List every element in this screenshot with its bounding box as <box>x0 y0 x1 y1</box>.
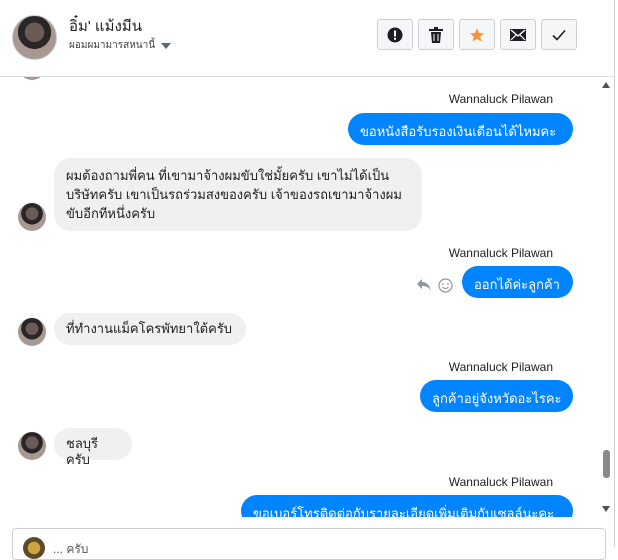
message-line: บริษัทครับ เขาเป็นรถร่วมสงของครับ เจ้าขอ… <box>66 187 402 202</box>
message-line: ผมต้องถามพี่คน ที่เขามาจ้างผมขับใช่มั้ยค… <box>66 168 390 183</box>
emoji-icon[interactable] <box>438 278 453 293</box>
scrollbar-thumb[interactable] <box>603 450 610 478</box>
contact-avatar-small <box>18 77 46 80</box>
composer-input[interactable]: ... ครับ <box>53 540 88 559</box>
page-avatar <box>23 537 45 559</box>
trash-icon <box>429 26 443 43</box>
scroll-down-arrow[interactable] <box>602 506 610 512</box>
contact-avatar-small[interactable] <box>18 432 46 460</box>
report-button[interactable] <box>377 19 413 50</box>
sender-name: Wannaluck Pilawan <box>448 92 553 106</box>
mark-unread-button[interactable] <box>500 19 536 50</box>
star-button[interactable] <box>459 19 495 50</box>
message-bubble-outgoing[interactable]: ลูกค้าอยู่จังหวัดอะไรคะ <box>420 380 573 412</box>
mark-done-button[interactable] <box>541 19 577 50</box>
panel-border <box>614 0 615 547</box>
contact-subtitle-row[interactable]: ผอมผมามารสหนานี้ <box>69 38 172 53</box>
contact-avatar-small[interactable] <box>18 318 46 346</box>
message-line: ชลบุรีครับ <box>66 436 99 467</box>
reply-icon[interactable] <box>416 278 432 292</box>
message-composer[interactable]: ... ครับ <box>12 528 606 560</box>
message-bubble-outgoing[interactable]: ขอเบอร์โทรติดต่อกับรายละเอียดเพิ่มเติมกั… <box>241 495 573 517</box>
header-actions <box>377 19 577 50</box>
message-bubble-incoming[interactable]: ที่ทำงานแม็คโครพัทยาใต้ครับ <box>54 313 246 345</box>
conversation-header: อิ๋ม' แม้งมีน ผอมผมามารสหนานี้ <box>0 0 614 77</box>
contact-subtitle: ผอมผมามารสหนานี้ <box>69 40 156 51</box>
contact-avatar[interactable] <box>12 15 57 60</box>
sender-name: Wannaluck Pilawan <box>448 246 553 260</box>
checkmark-icon <box>552 29 566 41</box>
contact-avatar-small[interactable] <box>18 203 46 231</box>
delete-button[interactable] <box>418 19 454 50</box>
message-bubble-outgoing[interactable]: ออกได้ค่ะลูกค้า <box>462 266 573 298</box>
contact-name[interactable]: อิ๋ม' แม้งมีน <box>69 14 142 38</box>
message-line: ขับอีกทีหนึ่งครับ <box>66 206 156 221</box>
message-bubble-incoming[interactable]: ผมต้องถามพี่คน ที่เขามาจ้างผมขับใช่มั้ยค… <box>54 158 422 231</box>
message-bubble-outgoing[interactable]: ขอหนังสือรับรองเงินเดือนได้ไหมคะ <box>348 113 573 145</box>
message-bubble-incoming[interactable]: ชลบุรีครับ <box>54 428 132 467</box>
message-line: ที่ทำงานแม็คโครพัทยาใต้ครับ <box>66 321 233 336</box>
scroll-up-arrow[interactable] <box>602 82 610 88</box>
sender-name: Wannaluck Pilawan <box>448 360 553 374</box>
exclamation-icon <box>387 27 403 42</box>
star-icon <box>470 27 484 42</box>
envelope-icon <box>510 28 526 41</box>
message-list[interactable]: Wannaluck Pilawan ขอหนังสือรับรองเงินเดื… <box>0 77 600 517</box>
message-actions <box>416 278 453 293</box>
sender-name: Wannaluck Pilawan <box>448 475 553 489</box>
chevron-down-icon[interactable] <box>161 42 172 49</box>
